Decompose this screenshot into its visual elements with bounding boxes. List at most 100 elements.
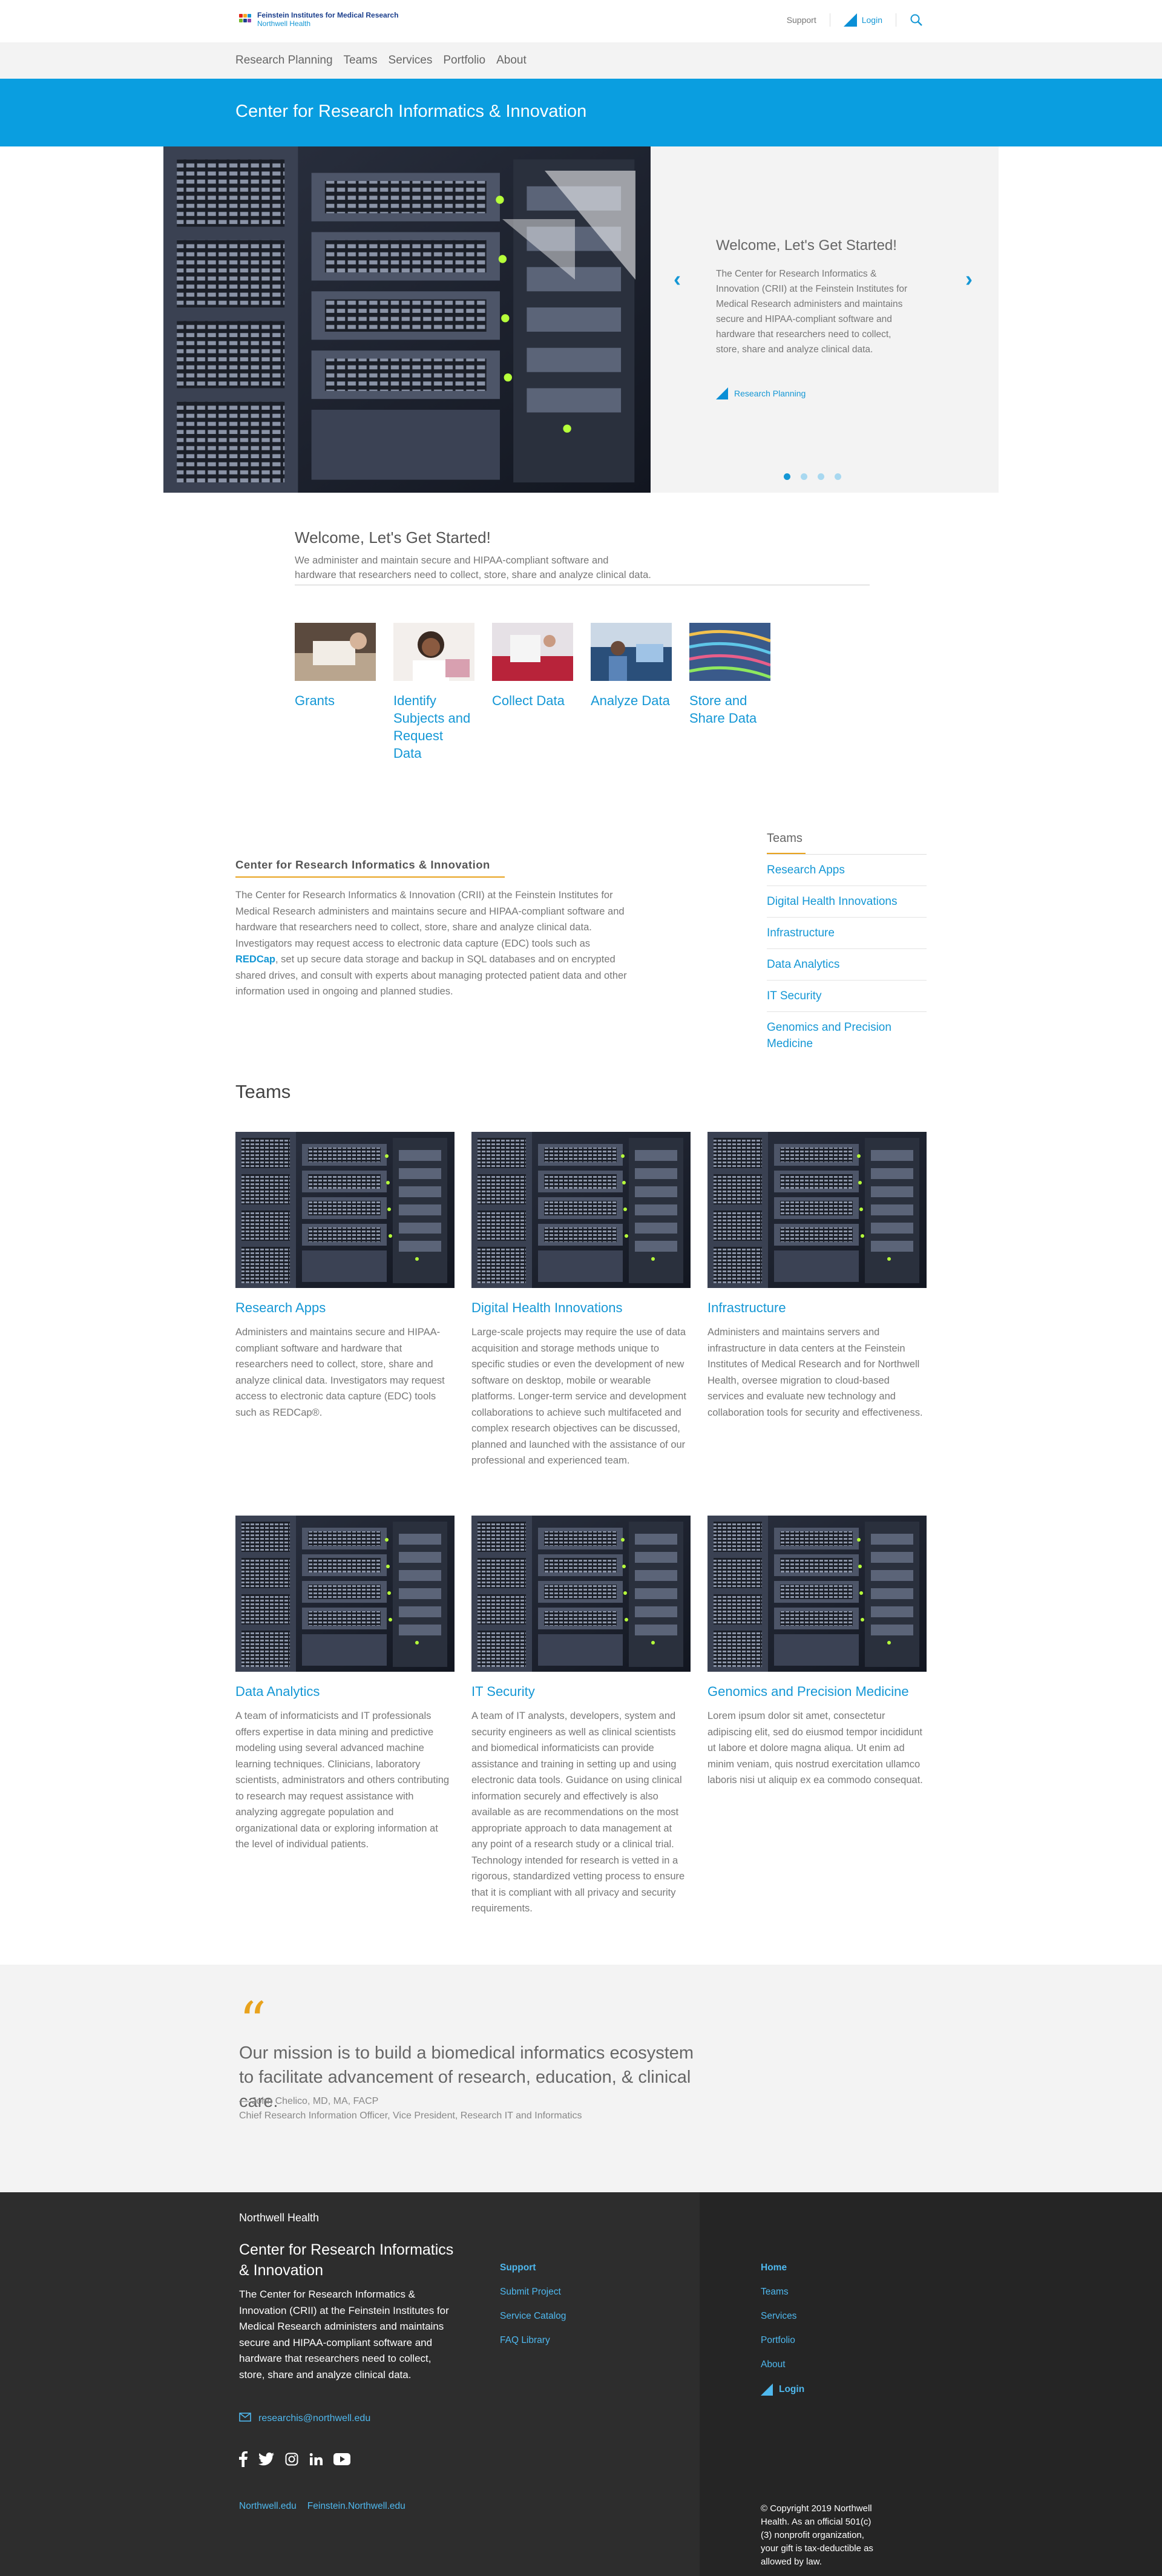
welcome-heading: Welcome, Let's Get Started!: [295, 528, 491, 547]
footer-teams-link[interactable]: Teams: [761, 2287, 804, 2298]
linkedin-icon[interactable]: [309, 2453, 323, 2466]
teams-title: Teams: [235, 1081, 291, 1102]
footer-faq-link[interactable]: FAQ Library: [500, 2335, 566, 2346]
tile-label: Identify Subjects and Request Data: [393, 693, 471, 761]
footer-title: Center for Research Informatics & Innova…: [239, 2241, 454, 2279]
redcap-link[interactable]: REDCap: [235, 954, 275, 965]
team-description: Administers and maintains secure and HIP…: [235, 1327, 445, 1418]
hero-heading: Welcome, Let's Get Started!: [716, 237, 897, 254]
sidebar-item-infrastructure[interactable]: Infrastructure: [767, 918, 927, 949]
footer-service-catalog-link[interactable]: Service Catalog: [500, 2311, 566, 2322]
footer-portfolio-link[interactable]: Portfolio: [761, 2335, 804, 2346]
team-name-link[interactable]: Infrastructure: [707, 1300, 927, 1316]
login-triangle-icon: [843, 13, 857, 27]
search-icon[interactable]: [910, 13, 923, 27]
carousel-prev-arrow-icon[interactable]: ‹: [674, 266, 681, 292]
footer-email-label: researchis@northwell.edu: [258, 2413, 371, 2423]
team-description: Large-scale projects may require the use…: [471, 1327, 686, 1466]
welcome-text: We administer and maintain secure and HI…: [295, 555, 651, 580]
login-link[interactable]: Login: [843, 13, 882, 27]
footer-about-link[interactable]: About: [761, 2359, 804, 2370]
footer: Northwell Health Center for Research Inf…: [0, 2192, 1162, 2576]
team-card: Genomics and Precision Medicine Lorem ip…: [707, 1516, 927, 1789]
footer-services-link[interactable]: Services: [761, 2311, 804, 2322]
sidebar-item-it-security[interactable]: IT Security: [767, 981, 927, 1012]
tile-identify-subjects[interactable]: Identify Subjects and Request Data: [393, 623, 474, 762]
tile-collect-data[interactable]: Collect Data: [492, 623, 573, 762]
team-image: [235, 1516, 455, 1672]
tile-grants[interactable]: Grants: [295, 623, 376, 762]
footer-support-link[interactable]: Support: [500, 2262, 566, 2273]
tile-image: [689, 623, 770, 681]
about-text-part: , set up secure data storage and backup …: [235, 954, 627, 997]
quote-author-role: Chief Research Information Officer, Vice…: [239, 2111, 582, 2121]
logo-mark-icon: [239, 12, 251, 27]
team-name-link[interactable]: Data Analytics: [235, 1684, 455, 1700]
tile-label: Analyze Data: [591, 693, 670, 708]
support-link[interactable]: Support: [787, 15, 816, 25]
social-links: [239, 2451, 350, 2467]
team-name-link[interactable]: Genomics and Precision Medicine: [707, 1684, 927, 1700]
envelope-icon: [239, 2413, 251, 2425]
carousel-dot[interactable]: [835, 473, 841, 480]
quote-mark-icon: “: [239, 1990, 266, 2052]
team-card: Infrastructure Administers and maintains…: [707, 1132, 927, 1421]
sidebar-item-genomics[interactable]: Genomics and Precision Medicine: [767, 1012, 927, 1059]
tile-store-share-data[interactable]: Store and Share Data: [689, 623, 770, 762]
footer-login-label: Login: [779, 2384, 805, 2394]
team-name-link[interactable]: IT Security: [471, 1684, 691, 1700]
carousel-dot[interactable]: [801, 473, 807, 480]
footer-login-link[interactable]: Login: [761, 2384, 804, 2396]
copyright-text: © Copyright 2019 Northwell Health. As an…: [761, 2503, 873, 2567]
twitter-icon[interactable]: [258, 2453, 274, 2466]
sidebar-item-data-analytics[interactable]: Data Analytics: [767, 949, 927, 981]
logo-title: Feinstein Institutes for Medical Researc…: [257, 11, 399, 19]
login-triangle-icon: [761, 2384, 773, 2396]
about-text: The Center for Research Informatics & In…: [235, 887, 630, 1000]
feinstein-link[interactable]: Feinstein.Northwell.edu: [307, 2501, 405, 2512]
tile-image: [393, 623, 474, 681]
footer-email-link[interactable]: researchis@northwell.edu: [239, 2413, 370, 2425]
quote-author: — John Chelico, MD, MA, FACP: [239, 2096, 379, 2106]
hero-carousel: ‹ Welcome, Let's Get Started! The Center…: [163, 146, 999, 493]
carousel-dot[interactable]: [818, 473, 824, 480]
carousel-dot[interactable]: [784, 473, 790, 480]
tile-image: [492, 623, 573, 681]
top-header: Feinstein Institutes for Medical Researc…: [0, 0, 1162, 42]
sidebar-item-research-apps[interactable]: Research Apps: [767, 855, 927, 886]
nav-item-research-planning[interactable]: Research Planning: [235, 54, 333, 67]
team-image: [471, 1132, 691, 1288]
hero-text: The Center for Research Informatics & In…: [716, 269, 908, 355]
team-name-link[interactable]: Digital Health Innovations: [471, 1300, 691, 1316]
nav-item-teams[interactable]: Teams: [344, 54, 378, 67]
link-triangle-icon: [716, 387, 728, 399]
hero-research-planning-link[interactable]: Research Planning: [716, 387, 806, 399]
tile-label: Collect Data: [492, 693, 565, 708]
footer-brand: Northwell Health: [239, 2212, 320, 2224]
hero-link-label: Research Planning: [734, 389, 806, 398]
site-logo[interactable]: Feinstein Institutes for Medical Researc…: [239, 11, 398, 28]
footer-column-nav: Home Teams Services Portfolio About Logi…: [761, 2262, 804, 2396]
team-card: Data Analytics A team of informaticists …: [235, 1516, 455, 1853]
carousel-next-arrow-icon[interactable]: ›: [965, 266, 973, 292]
team-image: [235, 1132, 455, 1288]
welcome-section: Welcome, Let's Get Started! We administe…: [295, 528, 870, 761]
nav-item-about[interactable]: About: [496, 54, 527, 67]
footer-submit-project-link[interactable]: Submit Project: [500, 2287, 566, 2298]
page-title: Center for Research Informatics & Innova…: [235, 102, 587, 121]
sidebar-heading: Teams: [767, 832, 803, 845]
footer-home-link[interactable]: Home: [761, 2262, 804, 2273]
youtube-icon[interactable]: [333, 2453, 350, 2465]
page-banner: Center for Research Informatics & Innova…: [0, 79, 1162, 146]
footer-description: The Center for Research Informatics & In…: [239, 2288, 449, 2380]
team-name-link[interactable]: Research Apps: [235, 1300, 455, 1316]
team-card: IT Security A team of IT analysts, devel…: [471, 1516, 691, 1917]
team-description: A team of IT analysts, developers, syste…: [471, 1710, 685, 1914]
facebook-icon[interactable]: [239, 2451, 248, 2467]
northwell-link[interactable]: Northwell.edu: [239, 2501, 297, 2512]
tile-analyze-data[interactable]: Analyze Data: [591, 623, 672, 762]
nav-item-portfolio[interactable]: Portfolio: [443, 54, 485, 67]
instagram-icon[interactable]: [285, 2453, 298, 2466]
sidebar-item-digital-health[interactable]: Digital Health Innovations: [767, 886, 927, 918]
nav-item-services[interactable]: Services: [389, 54, 433, 67]
